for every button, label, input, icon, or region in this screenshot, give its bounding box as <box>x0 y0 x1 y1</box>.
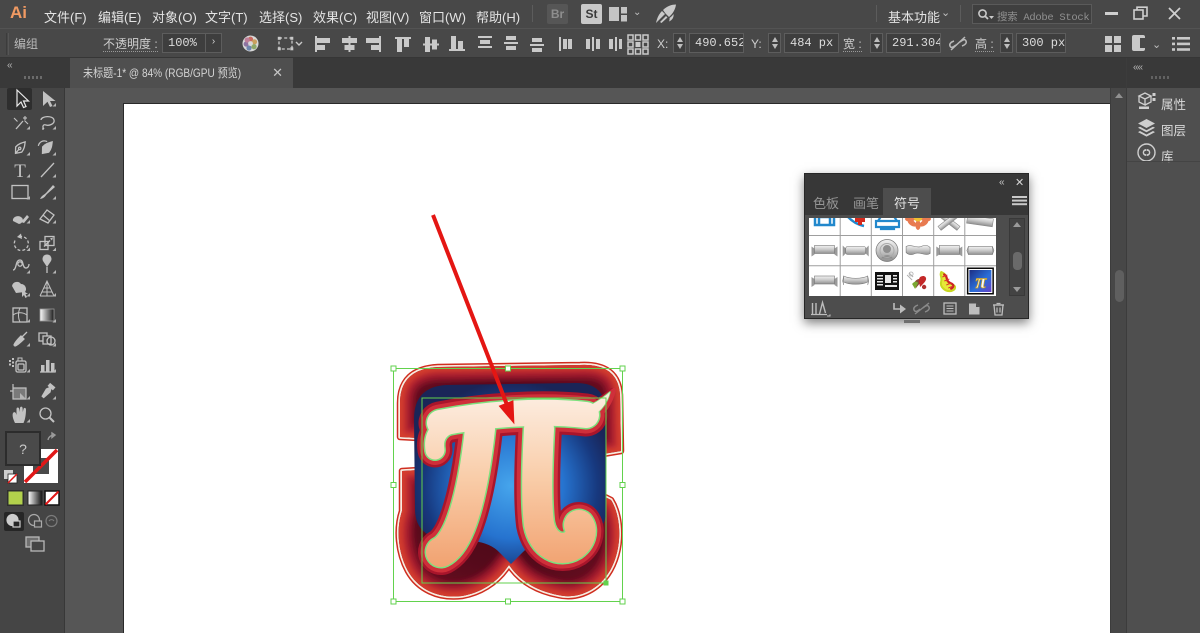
svg-text:T: T <box>14 161 26 182</box>
svg-text:?: ? <box>19 441 27 457</box>
svg-text:π: π <box>975 271 987 293</box>
